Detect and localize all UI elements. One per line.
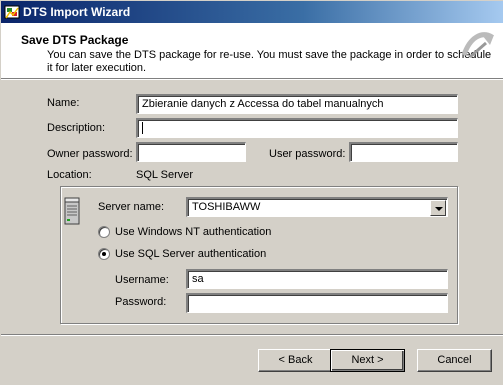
back-button[interactable]: < Back [258, 349, 333, 372]
next-button[interactable]: Next > [330, 349, 405, 372]
location-value: SQL Server [136, 169, 194, 181]
server-name-dropdown-button[interactable] [430, 200, 446, 216]
server-name-label: Server name: [98, 201, 165, 213]
username-value: sa [192, 273, 204, 285]
name-label: Name: [47, 97, 80, 109]
window-title: DTS Import Wizard [23, 5, 131, 19]
name-value: Zbieranie danych z Accessa do tabel manu… [142, 98, 384, 110]
username-label: Username: [115, 274, 169, 286]
wizard-header: Save DTS Package You can save the DTS pa… [1, 23, 503, 78]
sql-auth-label[interactable]: Use SQL Server authentication [115, 248, 266, 260]
location-label: Location: [47, 169, 92, 181]
chevron-down-icon [435, 207, 443, 211]
owner-password-field[interactable] [136, 142, 246, 162]
header-separator [1, 78, 503, 80]
description-label: Description: [47, 122, 106, 134]
page-title: Save DTS Package [21, 33, 129, 47]
username-field[interactable]: sa [186, 269, 448, 289]
user-password-field[interactable] [349, 142, 458, 162]
server-name-value: TOSHIBAWW [192, 201, 261, 213]
name-field[interactable]: Zbieranie danych z Accessa do tabel manu… [136, 94, 458, 114]
description-field[interactable] [136, 118, 458, 138]
page-description: You can save the DTS package for re-use.… [47, 49, 492, 74]
dts-import-wizard-window: DTS Import Wizard Save DTS Package You c… [0, 0, 503, 385]
password-field[interactable] [186, 293, 448, 313]
title-bar[interactable]: DTS Import Wizard [1, 1, 503, 23]
cancel-button[interactable]: Cancel [417, 349, 492, 372]
windows-auth-label[interactable]: Use Windows NT authentication [115, 226, 271, 238]
server-name-combobox[interactable]: TOSHIBAWW [186, 197, 448, 217]
owner-password-label: Owner password: [47, 148, 133, 160]
sql-auth-radio[interactable] [98, 248, 110, 260]
user-password-label: User password: [269, 148, 346, 160]
password-label: Password: [115, 296, 167, 308]
footer-separator [1, 334, 503, 336]
dts-wizard-icon [4, 5, 20, 19]
radio-selected-dot [102, 252, 106, 256]
text-caret [142, 122, 143, 134]
windows-auth-radio[interactable] [98, 226, 110, 238]
server-icon [64, 197, 80, 225]
wizard-wand-icon [461, 32, 494, 59]
